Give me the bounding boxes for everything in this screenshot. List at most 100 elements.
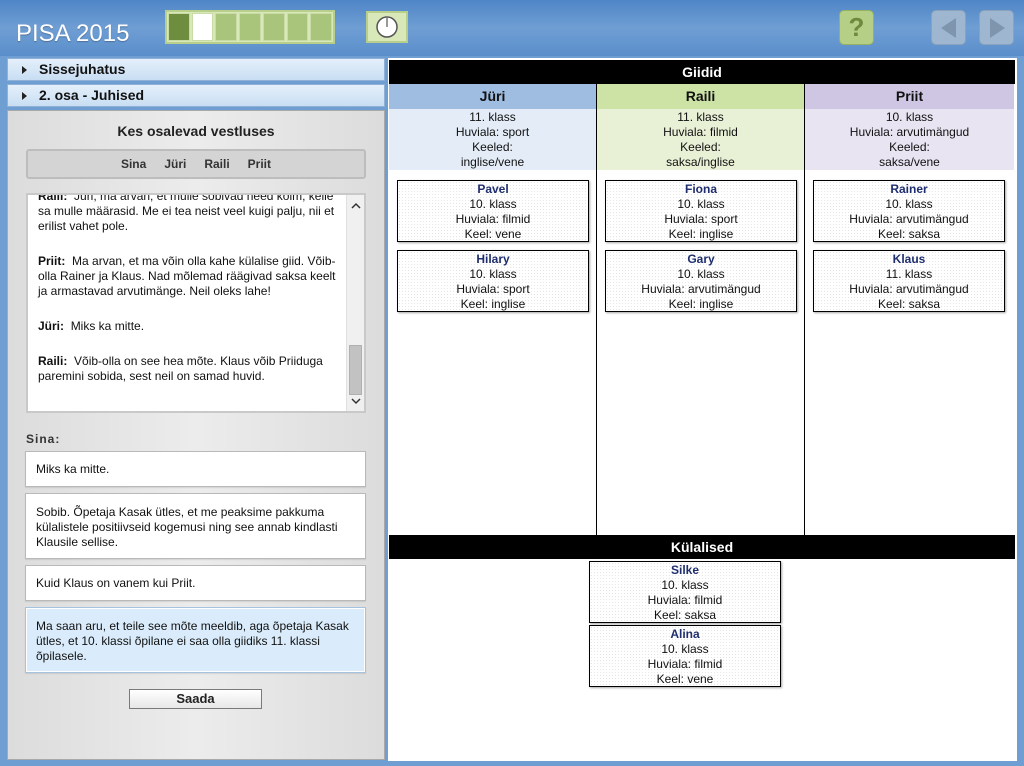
guest-line: 10. klass bbox=[469, 267, 517, 281]
guide-info-line: Huviala: arvutimängud bbox=[849, 125, 970, 139]
participants-title: Kes osalevad vestluses bbox=[117, 123, 275, 139]
message-speaker: Priit: bbox=[38, 254, 66, 268]
message-text: Miks ka mitte. bbox=[70, 319, 145, 333]
previous-button[interactable] bbox=[931, 10, 966, 45]
message-speaker: Raili: bbox=[38, 354, 68, 368]
guest-line: Huviala: arvutimängud bbox=[849, 282, 969, 296]
app-title: PISA 2015 bbox=[16, 20, 130, 47]
guide-column-priit[interactable]: Priit 10. klass Huviala: arvutimängud Ke… bbox=[805, 84, 1014, 535]
scroll-thumb[interactable] bbox=[349, 345, 362, 395]
guide-column-raili[interactable]: Raili 11. klass Huviala: filmid Keeled: … bbox=[597, 84, 805, 535]
guide-column-juri[interactable]: Jüri 11. klass Huviala: sport Keeled: in… bbox=[389, 84, 597, 535]
guest-line: Huviala: arvutimängud bbox=[849, 212, 969, 226]
guest-name: Pavel bbox=[477, 182, 509, 196]
guest-line: Keel: vene bbox=[656, 672, 714, 686]
guest-card[interactable]: Hilary 10. klass Huviala: sport Keel: in… bbox=[397, 250, 589, 312]
message-speaker: Raili: bbox=[38, 193, 68, 203]
chat-message: Raili: Jüri, ma arvan, et mulle sobivad … bbox=[38, 193, 338, 234]
chat-messages: Raili: Jüri, ma arvan, et mulle sobivad … bbox=[38, 193, 338, 404]
guide-info-line: Keeled: bbox=[472, 140, 513, 154]
participant: Raili bbox=[204, 157, 230, 171]
guest-line: Keel: inglise bbox=[668, 227, 734, 241]
response-option-selected[interactable]: Ma saan aru, et teile see mõte meeldib, … bbox=[25, 607, 366, 673]
response-option[interactable]: Kuid Klaus on vanem kui Priit. bbox=[25, 565, 366, 601]
guest-line: 10. klass bbox=[661, 642, 709, 656]
guide-info-line: Huviala: filmid bbox=[663, 125, 738, 139]
guest-name: Klaus bbox=[892, 252, 926, 266]
progress-segment bbox=[262, 13, 285, 41]
chevron-down-icon bbox=[350, 397, 361, 404]
guide-info: 11. klass Huviala: sport Keeled: inglise… bbox=[389, 109, 596, 170]
accordion-part2[interactable]: 2. osa - Juhised bbox=[7, 84, 385, 107]
progress-segment bbox=[239, 13, 261, 41]
guide-name: Jüri bbox=[389, 84, 596, 109]
chat-scrollbar[interactable] bbox=[346, 195, 364, 411]
guest-line: Huviala: filmid bbox=[647, 593, 723, 607]
guest-line: Keel: saksa bbox=[877, 227, 941, 241]
guest-name: Rainer bbox=[890, 182, 928, 196]
chat-panel: Kes osalevad vestluses Sina Jüri Raili P… bbox=[7, 110, 385, 760]
progress-segment bbox=[286, 13, 309, 41]
accordion-intro[interactable]: Sissejuhatus bbox=[7, 58, 385, 81]
guides-header: Giidid bbox=[389, 60, 1015, 84]
triangle-right-icon bbox=[22, 92, 27, 100]
guest-name: Hilary bbox=[476, 252, 510, 266]
guest-line: Keel: saksa bbox=[877, 297, 941, 311]
guest-card[interactable]: Gary 10. klass Huviala: arvutimängud Kee… bbox=[605, 250, 797, 312]
guest-card[interactable]: Silke 10. klass Huviala: filmid Keel: sa… bbox=[589, 561, 781, 623]
arrow-right-icon bbox=[989, 17, 1005, 38]
guest-card[interactable]: Fiona 10. klass Huviala: sport Keel: ing… bbox=[605, 180, 797, 242]
next-button[interactable] bbox=[979, 10, 1014, 45]
chat-history[interactable]: Raili: Jüri, ma arvan, et mulle sobivad … bbox=[26, 193, 366, 413]
chat-message: Priit: Ma arvan, et ma võin olla kahe kü… bbox=[38, 254, 338, 299]
message-text: Jüri, ma arvan, et mulle sobivad need ko… bbox=[38, 193, 335, 233]
guest-line: Keel: inglise bbox=[460, 297, 526, 311]
guest-line: Huviala: filmid bbox=[647, 657, 723, 671]
guide-info-line: 10. klass bbox=[885, 110, 934, 124]
message-text: Ma arvan, et ma võin olla kahe külalise … bbox=[38, 254, 336, 298]
timer-button[interactable] bbox=[366, 11, 408, 43]
progress-segment bbox=[215, 13, 238, 41]
guest-card[interactable]: Rainer 10. klass Huviala: arvutimängud K… bbox=[813, 180, 1005, 242]
guest-name: Fiona bbox=[685, 182, 717, 196]
response-option[interactable]: Miks ka mitte. bbox=[25, 451, 366, 487]
accordion-part2-label: 2. osa - Juhised bbox=[39, 87, 145, 103]
participant: Sina bbox=[120, 157, 147, 171]
guest-line: Keel: saksa bbox=[653, 608, 717, 622]
guest-line: Huviala: sport bbox=[456, 282, 530, 296]
guide-info-line: Huviala: sport bbox=[455, 125, 530, 139]
guest-line: Huviala: sport bbox=[664, 212, 738, 226]
guide-name: Priit bbox=[805, 84, 1014, 109]
send-button[interactable]: Saada bbox=[129, 689, 262, 709]
chevron-up-icon bbox=[350, 202, 361, 209]
message-text: Võib-olla on see hea mõte. Klaus võib Pr… bbox=[38, 354, 323, 383]
scroll-up-button[interactable] bbox=[347, 197, 364, 214]
guest-line: Keel: vene bbox=[464, 227, 522, 241]
top-bar: PISA 2015 ? bbox=[0, 0, 1024, 56]
arrow-left-icon bbox=[940, 17, 956, 38]
guest-line: 10. klass bbox=[661, 578, 709, 592]
guest-line: 10. klass bbox=[469, 197, 517, 211]
guest-line: 10. klass bbox=[677, 197, 725, 211]
guest-card[interactable]: Klaus 11. klass Huviala: arvutimängud Ke… bbox=[813, 250, 1005, 312]
help-button[interactable]: ? bbox=[839, 10, 874, 45]
assignment-board: Giidid Jüri 11. klass Huviala: sport Kee… bbox=[388, 58, 1017, 761]
accordion-intro-label: Sissejuhatus bbox=[39, 61, 126, 77]
unit-progress bbox=[165, 10, 335, 44]
help-icon: ? bbox=[848, 12, 865, 42]
triangle-right-icon bbox=[22, 66, 27, 74]
response-option[interactable]: Sobib. Õpetaja Kasak ütles, et me peaksi… bbox=[25, 493, 366, 559]
guest-card[interactable]: Pavel 10. klass Huviala: filmid Keel: ve… bbox=[397, 180, 589, 242]
guide-info-line: saksa/inglise bbox=[666, 155, 735, 169]
guest-line: 10. klass bbox=[885, 197, 933, 211]
participant: Priit bbox=[247, 157, 272, 171]
scroll-down-button[interactable] bbox=[347, 392, 364, 409]
guest-line: Keel: inglise bbox=[668, 297, 734, 311]
clock-icon bbox=[376, 16, 398, 38]
participants-list: Sina Jüri Raili Priit bbox=[26, 149, 366, 179]
guest-card[interactable]: Alina 10. klass Huviala: filmid Keel: ve… bbox=[589, 625, 781, 687]
progress-segment bbox=[191, 13, 214, 41]
guide-info-line: 11. klass bbox=[677, 110, 724, 124]
guide-info: 10. klass Huviala: arvutimängud Keeled: … bbox=[805, 109, 1014, 170]
guest-name: Silke bbox=[670, 563, 700, 577]
